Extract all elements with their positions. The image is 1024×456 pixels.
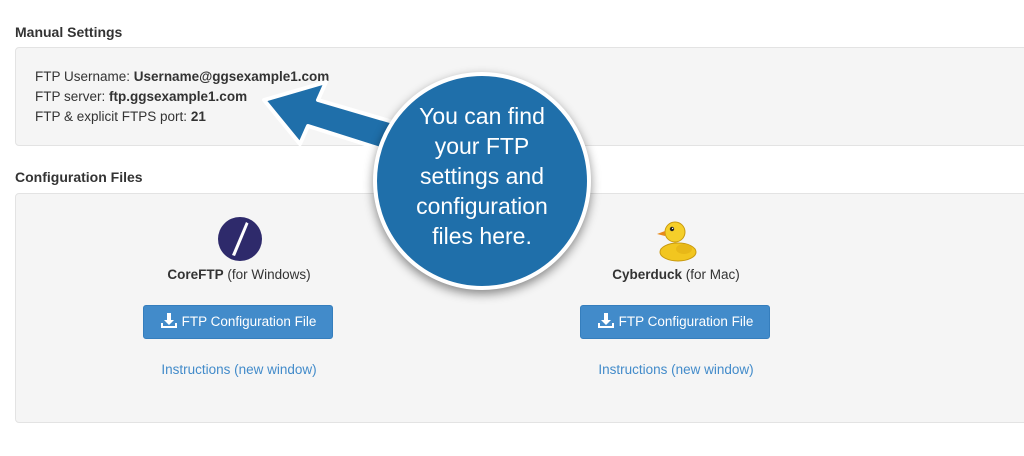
coreftp-download-config-button[interactable]: FTP Configuration File (143, 305, 333, 339)
cyberduck-platform: (for Mac) (685, 267, 740, 282)
cyberduck-download-label: FTP Configuration File (618, 314, 754, 329)
cyberduck-instructions-link[interactable]: Instructions (new window) (556, 362, 796, 377)
callout-bubble: You can find your FTP settings and confi… (373, 72, 591, 290)
ftp-server-row: FTP server: ftp.ggsexample1.com (35, 89, 247, 104)
callout-line: files here. (432, 223, 532, 249)
ftp-server-label: FTP server: (35, 89, 106, 104)
download-icon (160, 313, 177, 328)
cyberduck-client-name: Cyberduck (for Mac) (556, 267, 796, 282)
cyberduck-name: Cyberduck (612, 267, 682, 282)
callout-line: You can find (419, 103, 545, 129)
coreftp-logo-icon (218, 217, 262, 261)
coreftp-client-name: CoreFTP (for Windows) (119, 267, 359, 282)
coreftp-name: CoreFTP (167, 267, 224, 282)
configuration-files-title: Configuration Files (15, 169, 143, 185)
callout-text: You can find your FTP settings and confi… (395, 101, 569, 251)
ftp-port-row: FTP & explicit FTPS port: 21 (35, 109, 206, 124)
ftp-username-label: FTP Username: (35, 69, 131, 84)
ftp-port-label: FTP & explicit FTPS port: (35, 109, 188, 124)
ftp-server-value: ftp.ggsexample1.com (109, 89, 248, 104)
coreftp-instructions-link[interactable]: Instructions (new window) (119, 362, 359, 377)
coreftp-platform: (for Windows) (227, 267, 311, 282)
callout-line: configuration (416, 193, 548, 219)
callout-line: your FTP (434, 133, 530, 159)
coreftp-download-label: FTP Configuration File (181, 314, 317, 329)
cyberduck-download-config-button[interactable]: FTP Configuration File (580, 305, 770, 339)
callout-line: settings and (419, 163, 545, 189)
download-icon (597, 313, 614, 328)
manual-settings-title: Manual Settings (15, 24, 123, 40)
ftp-port-value: 21 (190, 109, 206, 124)
cyberduck-logo-icon (657, 221, 697, 262)
